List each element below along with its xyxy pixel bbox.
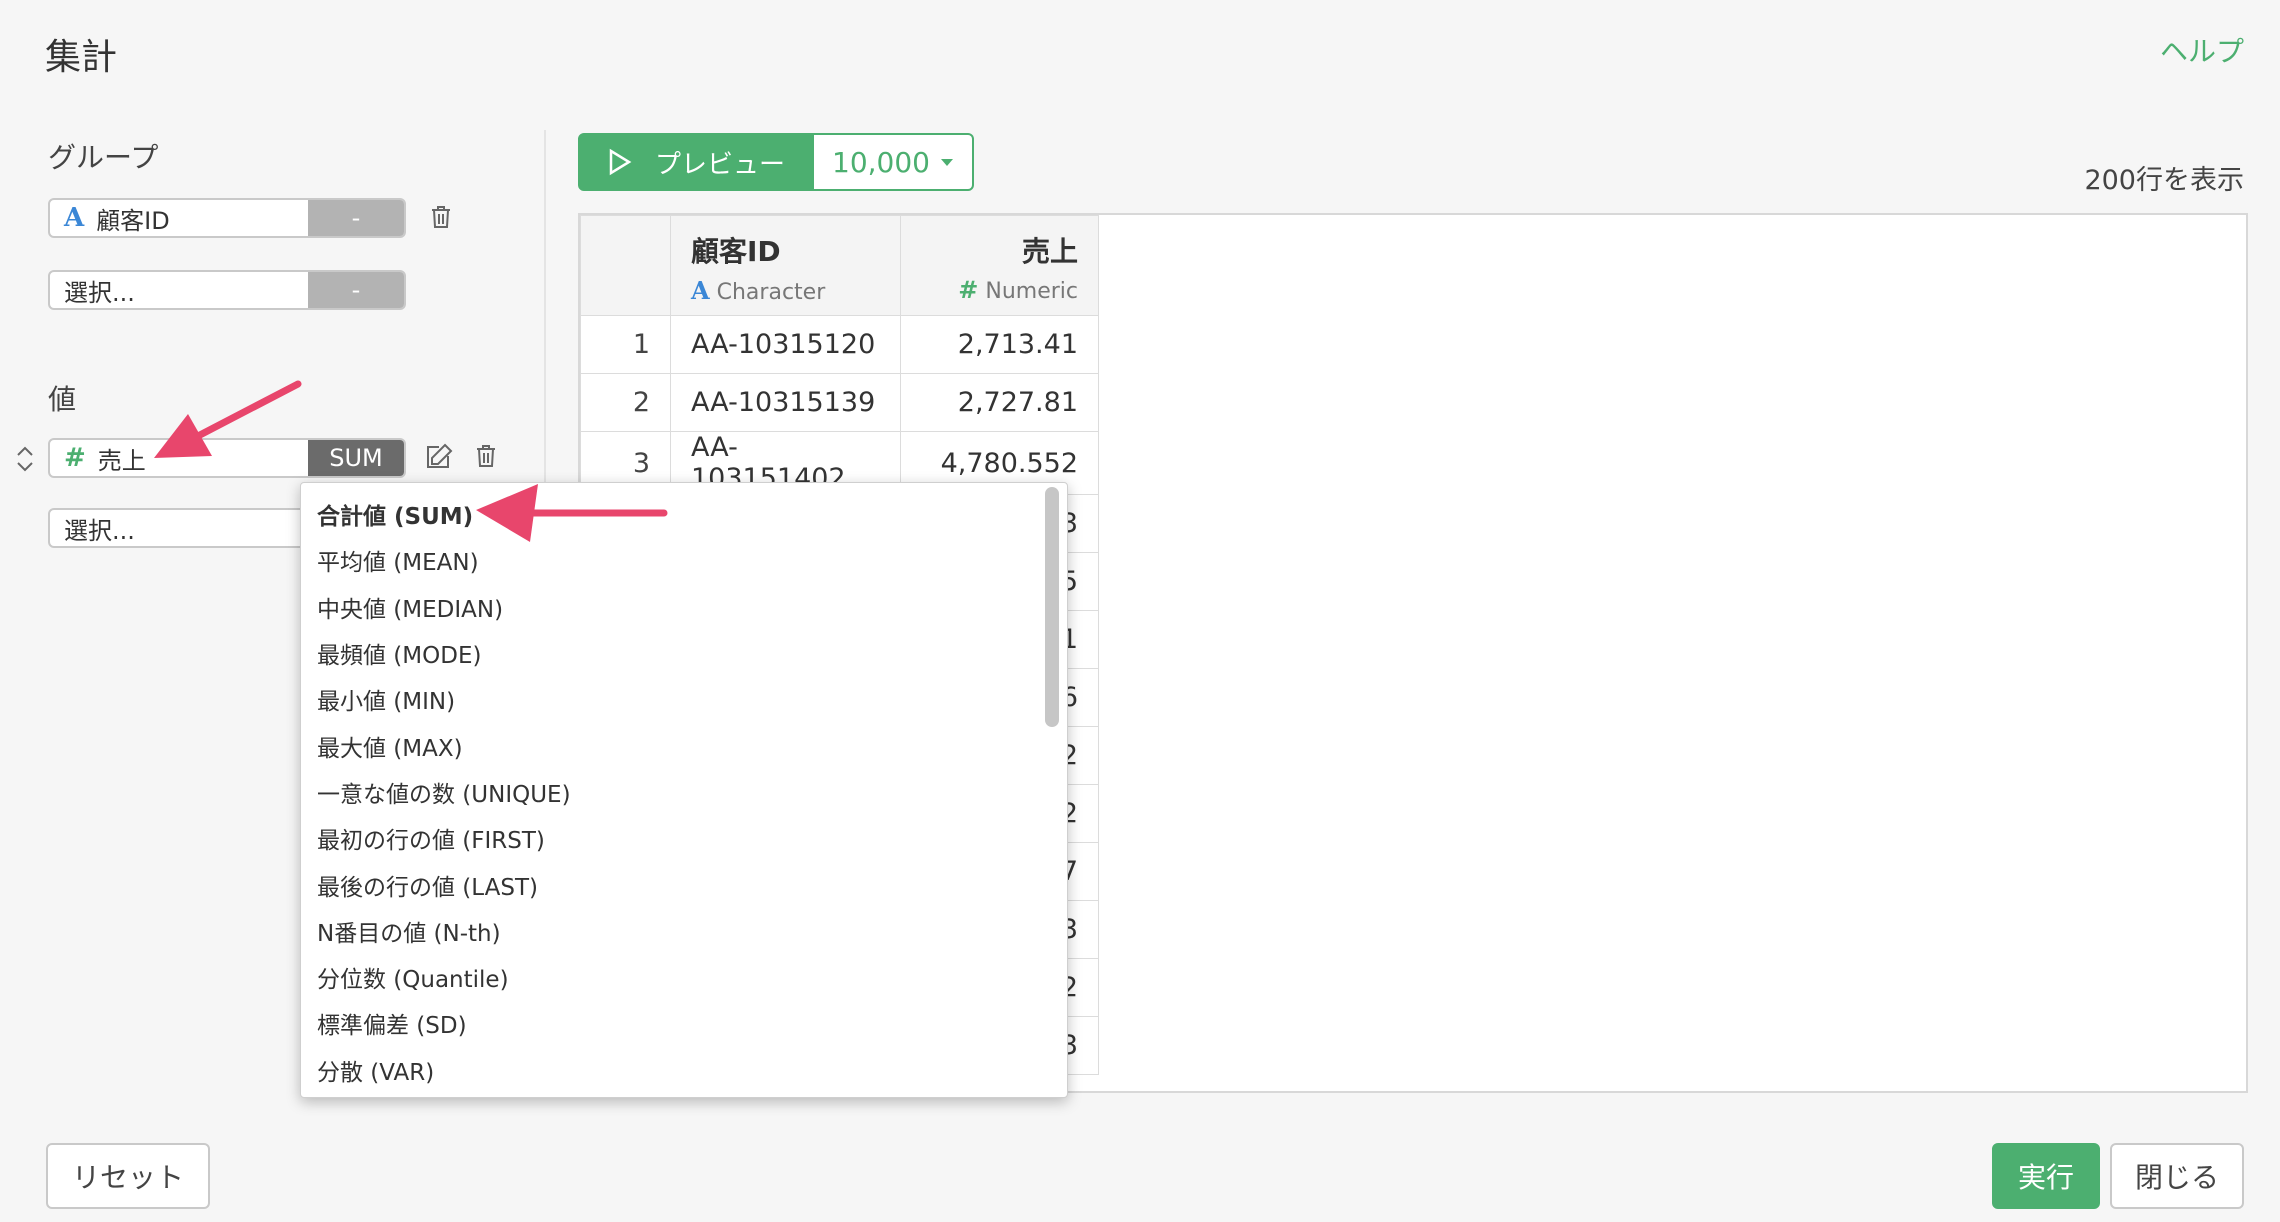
column-type: Numeric — [985, 279, 1078, 304]
menu-item-nth[interactable]: N番目の値 (N-th) — [301, 908, 1067, 954]
preview-button[interactable]: プレビュー — [578, 133, 814, 191]
aggregate-function-menu: 合計値 (SUM) 平均値 (MEAN) 中央値 (MEDIAN) 最頻値 (M… — [300, 482, 1068, 1098]
value-section-label: 値 — [48, 383, 77, 416]
menu-scrollbar[interactable] — [1045, 487, 1063, 1091]
group-field-value: 顧客ID — [96, 206, 170, 235]
edit-icon[interactable] — [425, 441, 455, 471]
aggregate-function-button[interactable]: SUM — [308, 440, 404, 476]
menu-item-median[interactable]: 中央値 (MEDIAN) — [301, 584, 1067, 630]
annotation-arrow-icon — [476, 484, 668, 542]
group-section-label: グループ — [48, 141, 159, 174]
group-select-field[interactable]: 選択... - — [48, 270, 406, 310]
column-header-sales[interactable]: 売上 # Numeric — [900, 215, 1099, 316]
row-index: 1 — [580, 315, 671, 374]
menu-item-last[interactable]: 最後の行の値 (LAST) — [301, 861, 1067, 907]
value-select-placeholder: 選択... — [64, 516, 135, 545]
row-index-header — [580, 215, 671, 316]
menu-item-max[interactable]: 最大値 (MAX) — [301, 722, 1067, 768]
column-type: Character — [716, 280, 826, 305]
close-button[interactable]: 閉じる — [2110, 1143, 2244, 1209]
menu-item-unique[interactable]: 一意な値の数 (UNIQUE) — [301, 769, 1067, 815]
drag-handle-icon[interactable] — [10, 444, 40, 474]
group-select-placeholder: 選択... — [64, 278, 135, 307]
dialog-title: 集計 — [45, 37, 118, 78]
menu-item-sum[interactable]: 合計値 (SUM) — [301, 491, 1067, 537]
preview-count-value: 10,000 — [832, 145, 930, 179]
group-select-option-button[interactable]: - — [308, 272, 404, 308]
character-type-icon: A — [64, 203, 85, 233]
value-field-value: 売上 — [97, 446, 146, 475]
column-name: 顧客ID — [691, 235, 781, 268]
annotation-arrow-icon — [154, 380, 302, 458]
cell-sales: 2,727.81 — [900, 373, 1099, 432]
numeric-type-icon: # — [64, 443, 86, 473]
menu-item-var[interactable]: 分散 (VAR) — [301, 1047, 1067, 1093]
value-select-field[interactable]: 選択... — [48, 508, 308, 548]
column-header-customer-id[interactable]: 顧客ID A Character — [670, 215, 901, 316]
numeric-type-icon: # — [958, 276, 979, 304]
rows-shown-info: 200行を表示 — [2084, 165, 2244, 196]
reset-button[interactable]: リセット — [46, 1143, 210, 1209]
preview-button-label: プレビュー — [654, 149, 785, 180]
preview-controls: プレビュー 10,000 — [578, 133, 974, 191]
group-field-option-button[interactable]: - — [308, 200, 404, 236]
menu-item-quantile[interactable]: 分位数 (Quantile) — [301, 954, 1067, 1000]
run-button[interactable]: 実行 — [1992, 1143, 2100, 1209]
cell-sales: 2,713.41 — [900, 315, 1099, 374]
character-type-icon: A — [691, 276, 710, 305]
menu-scrollbar-thumb[interactable] — [1045, 487, 1059, 727]
menu-item-sd[interactable]: 標準偏差 (SD) — [301, 1000, 1067, 1046]
trash-icon[interactable] — [426, 202, 456, 232]
menu-item-first[interactable]: 最初の行の値 (FIRST) — [301, 815, 1067, 861]
cell-customer-id: AA-10315139 — [670, 373, 901, 432]
table-row: 1 AA-10315120 2,713.41 — [580, 315, 1099, 374]
column-name: 売上 — [1021, 235, 1078, 268]
trash-icon[interactable] — [471, 441, 501, 471]
group-field-customer-id[interactable]: A 顧客ID - — [48, 198, 406, 238]
row-index: 2 — [580, 373, 671, 432]
preview-count-dropdown[interactable]: 10,000 — [814, 133, 974, 191]
menu-item-mean[interactable]: 平均値 (MEAN) — [301, 537, 1067, 583]
caret-down-icon — [940, 159, 953, 166]
menu-item-mode[interactable]: 最頻値 (MODE) — [301, 630, 1067, 676]
cell-customer-id: AA-10315120 — [670, 315, 901, 374]
menu-item-min[interactable]: 最小値 (MIN) — [301, 676, 1067, 722]
help-link[interactable]: ヘルプ — [2160, 30, 2244, 70]
play-icon — [609, 148, 632, 176]
table-row: 2 AA-10315139 2,727.81 — [580, 373, 1099, 432]
table-header-row: 顧客ID A Character 売上 # Numeric — [580, 215, 1099, 316]
